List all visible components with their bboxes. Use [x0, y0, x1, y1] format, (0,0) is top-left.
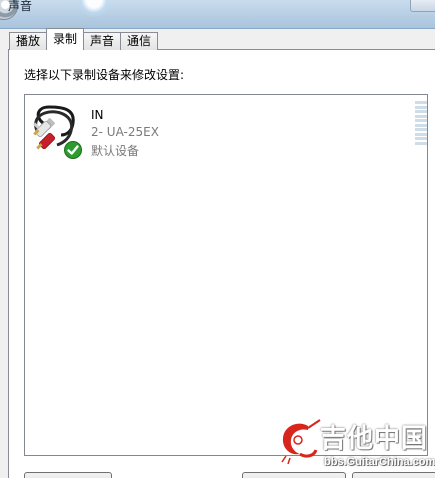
level-segment	[415, 123, 427, 127]
properties-button[interactable]	[352, 472, 435, 478]
level-segment	[415, 128, 427, 132]
configure-button[interactable]	[24, 472, 112, 478]
input-level-meter	[415, 101, 427, 145]
title-glow	[76, 0, 112, 18]
guitar-logo-icon	[278, 418, 322, 465]
tab-sounds[interactable]: 声音	[83, 32, 122, 50]
window-title: 声音	[8, 0, 33, 13]
device-name: IN	[91, 108, 104, 122]
tab-communications[interactable]: 通信	[120, 32, 159, 50]
level-segment	[415, 141, 427, 145]
watermark: 吉他中国 bbs.GuitarChina.com	[278, 418, 435, 478]
sound-dialog: 声音 播放 录制 声音 通信 选择以下录制设备来修改设置: IN 2- UA-2…	[0, 0, 435, 478]
tab-playback[interactable]: 播放	[9, 32, 48, 50]
set-default-button[interactable]	[242, 472, 346, 478]
level-segment	[415, 105, 427, 109]
level-segment	[415, 110, 427, 114]
tab-recording[interactable]: 录制	[46, 28, 85, 50]
recording-device-list[interactable]: IN 2- UA-25EX 默认设备	[24, 94, 428, 456]
level-segment	[415, 119, 427, 123]
device-list-item[interactable]: IN 2- UA-25EX 默认设备	[31, 101, 411, 161]
level-segment	[415, 137, 427, 141]
tab-strip: 播放 录制 声音 通信	[9, 28, 159, 50]
instruction-label: 选择以下录制设备来修改设置:	[24, 68, 185, 82]
watermark-url: bbs.GuitarChina.com	[324, 456, 435, 468]
title-bar: 声音	[0, 0, 435, 29]
watermark-title: 吉他中国	[320, 424, 429, 454]
level-segment	[415, 132, 427, 136]
default-checkmark-icon	[64, 141, 82, 159]
close-button[interactable]	[410, 0, 435, 12]
device-description: 2- UA-25EX	[91, 125, 159, 139]
device-status: 默认设备	[91, 144, 140, 158]
level-segment	[415, 101, 427, 104]
level-segment	[415, 114, 427, 118]
